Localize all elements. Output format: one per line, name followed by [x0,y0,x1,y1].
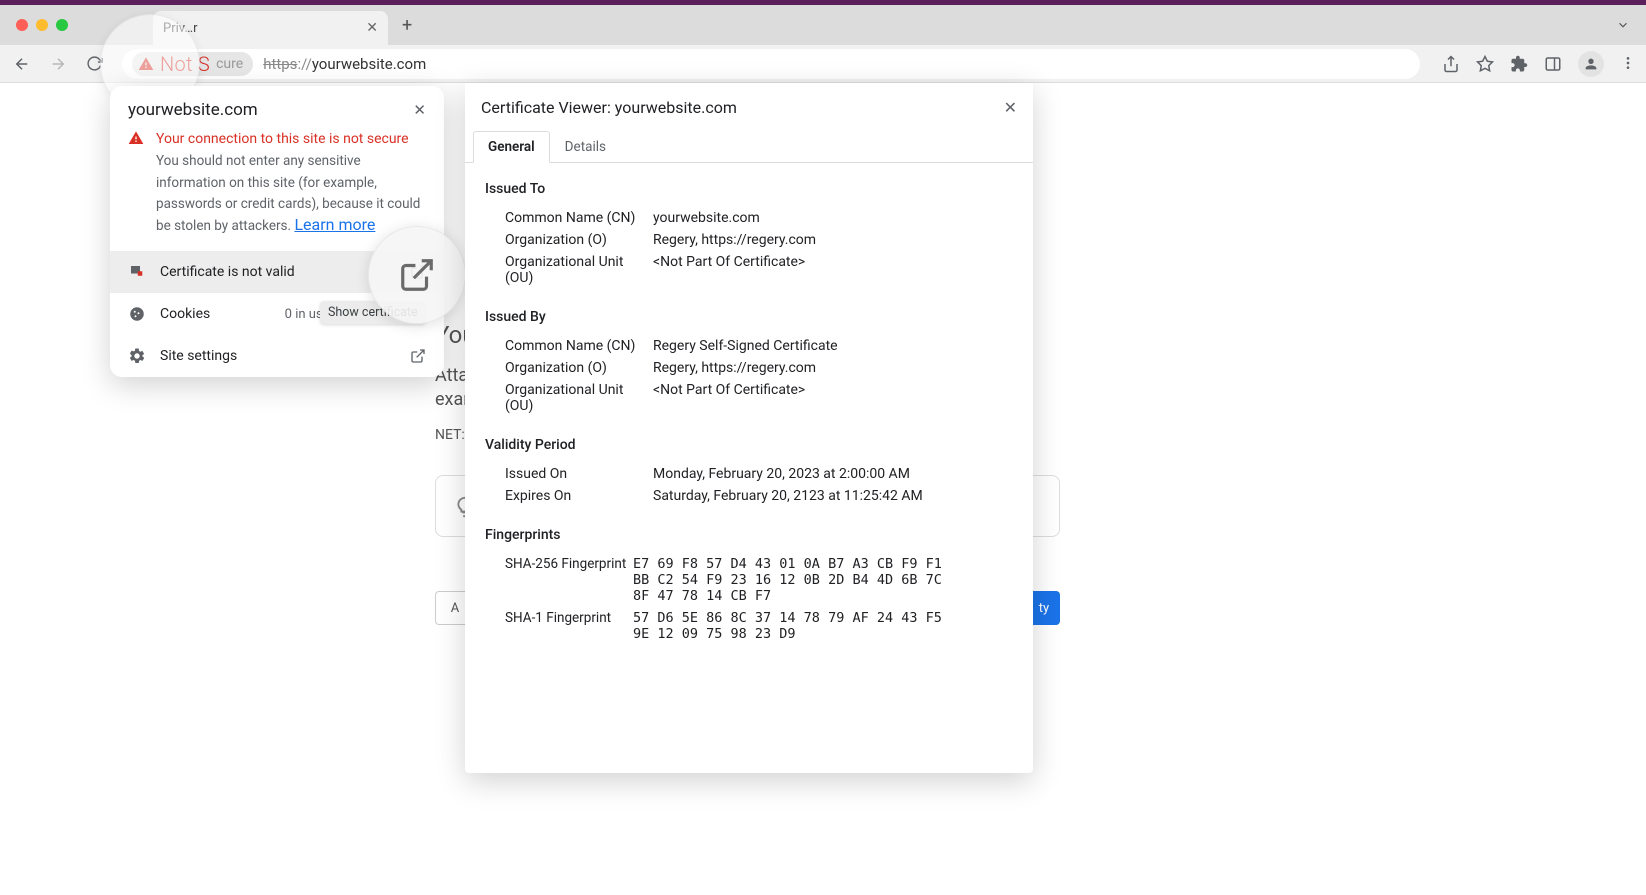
bookmark-star-icon[interactable] [1476,55,1494,73]
new-tab-button[interactable]: + [402,15,412,36]
not-secure-suffix: cure [216,56,243,72]
issued-by-heading: Issued By [485,309,1013,325]
field-label: SHA-256 Fingerprint [505,556,633,604]
field-label: Issued On [505,466,653,482]
field-label: Expires On [505,488,653,504]
url-scheme: https [263,55,297,73]
field-label: Organizational Unit (OU) [505,382,653,414]
cert-viewer-title: Certificate Viewer: yourwebsite.com [481,98,737,117]
browser-tab[interactable]: Priv…r ✕ [153,11,388,45]
issued-on-value: Monday, February 20, 2023 at 2:00:00 AM [653,466,910,482]
field-label: Organization (O) [505,360,653,376]
issued-to-cn-value: yourwebsite.com [653,210,760,226]
tab-close-button[interactable]: ✕ [366,20,378,36]
site-info-close-button[interactable]: ✕ [413,101,426,119]
gear-icon [128,347,146,365]
kebab-menu-icon[interactable] [1620,55,1638,73]
url-display: https://yourwebsite.com [263,55,426,73]
not-secure-label: Not S [160,52,210,76]
field-label: SHA-1 Fingerprint [505,610,633,642]
validity-heading: Validity Period [485,437,1013,453]
cert-viewer-close-button[interactable]: ✕ [1004,98,1017,117]
tab-general[interactable]: General [473,131,550,163]
issued-to-heading: Issued To [485,181,1013,197]
warning-triangle-icon [138,56,154,72]
side-panel-icon[interactable] [1544,55,1562,73]
profile-avatar[interactable] [1578,51,1604,77]
connection-warning-text: Your connection to this site is not secu… [156,130,426,150]
issued-by-cn-value: Regery Self-Signed Certificate [653,338,838,354]
site-info-header: yourwebsite.com ✕ [110,86,444,130]
warning-triangle-icon [128,130,144,237]
reload-button[interactable] [80,50,108,78]
certificate-item-label: Certificate is not valid [160,264,295,280]
expires-on-value: Saturday, February 20, 2123 at 11:25:42 … [653,488,923,504]
field-label: Organizational Unit (OU) [505,254,653,286]
field-label: Organization (O) [505,232,653,248]
share-icon[interactable] [1442,55,1460,73]
window-minimize-button[interactable] [36,19,48,31]
issued-by-ou-value: <Not Part Of Certificate> [653,382,805,414]
field-label: Common Name (CN) [505,338,653,354]
issued-by-o-value: Regery, https://regery.com [653,360,816,376]
back-button[interactable] [8,50,36,78]
site-settings-label: Site settings [160,348,237,364]
certificate-invalid-icon [128,263,146,281]
site-settings-item[interactable]: Site settings [110,335,444,377]
toolbar-actions [1442,51,1638,77]
learn-more-link[interactable]: Learn more [294,215,375,234]
page-bg-text: NET: [435,427,465,443]
forward-button[interactable] [44,50,72,78]
issued-to-ou-value: <Not Part Of Certificate> [653,254,805,286]
cert-viewer-titlebar: Certificate Viewer: yourwebsite.com ✕ [465,83,1033,131]
window-close-button[interactable] [16,19,28,31]
extensions-icon[interactable] [1510,55,1528,73]
cert-viewer-tabs: General Details [465,131,1033,163]
window-controls [16,19,68,31]
certificate-viewer-dialog: Certificate Viewer: yourwebsite.com ✕ Ge… [465,83,1033,773]
browser-toolbar: Not S cure https://yourwebsite.com [0,45,1646,83]
field-label: Common Name (CN) [505,210,653,226]
cookies-item-label: Cookies [160,306,210,322]
site-info-title: yourwebsite.com [128,100,258,120]
security-chip[interactable]: Not S cure [132,52,253,76]
connection-warning-description: You should not enter any sensitive infor… [156,153,420,235]
open-external-icon [398,256,436,294]
tab-list-chevron-icon[interactable] [1616,18,1630,32]
cert-viewer-body: Issued To Common Name (CN)yourwebsite.co… [465,163,1033,663]
tab-details[interactable]: Details [550,131,621,163]
cookie-icon [128,305,146,323]
sha1-fingerprint-value: 57 D6 5E 86 8C 37 14 78 79 AF 24 43 F5 9… [633,610,953,642]
window-maximize-button[interactable] [56,19,68,31]
address-bar[interactable]: Not S cure https://yourwebsite.com [122,49,1420,79]
magnifier-highlight-2 [368,226,466,324]
tab-bar: Priv…r ✕ + [0,5,1646,45]
sha256-fingerprint-value: E7 69 F8 57 D4 43 01 0A B7 A3 CB F9 F1 B… [633,556,953,604]
tab-title: Priv…r [163,21,198,36]
issued-to-o-value: Regery, https://regery.com [653,232,816,248]
fingerprints-heading: Fingerprints [485,527,1013,543]
open-external-icon [410,348,426,364]
